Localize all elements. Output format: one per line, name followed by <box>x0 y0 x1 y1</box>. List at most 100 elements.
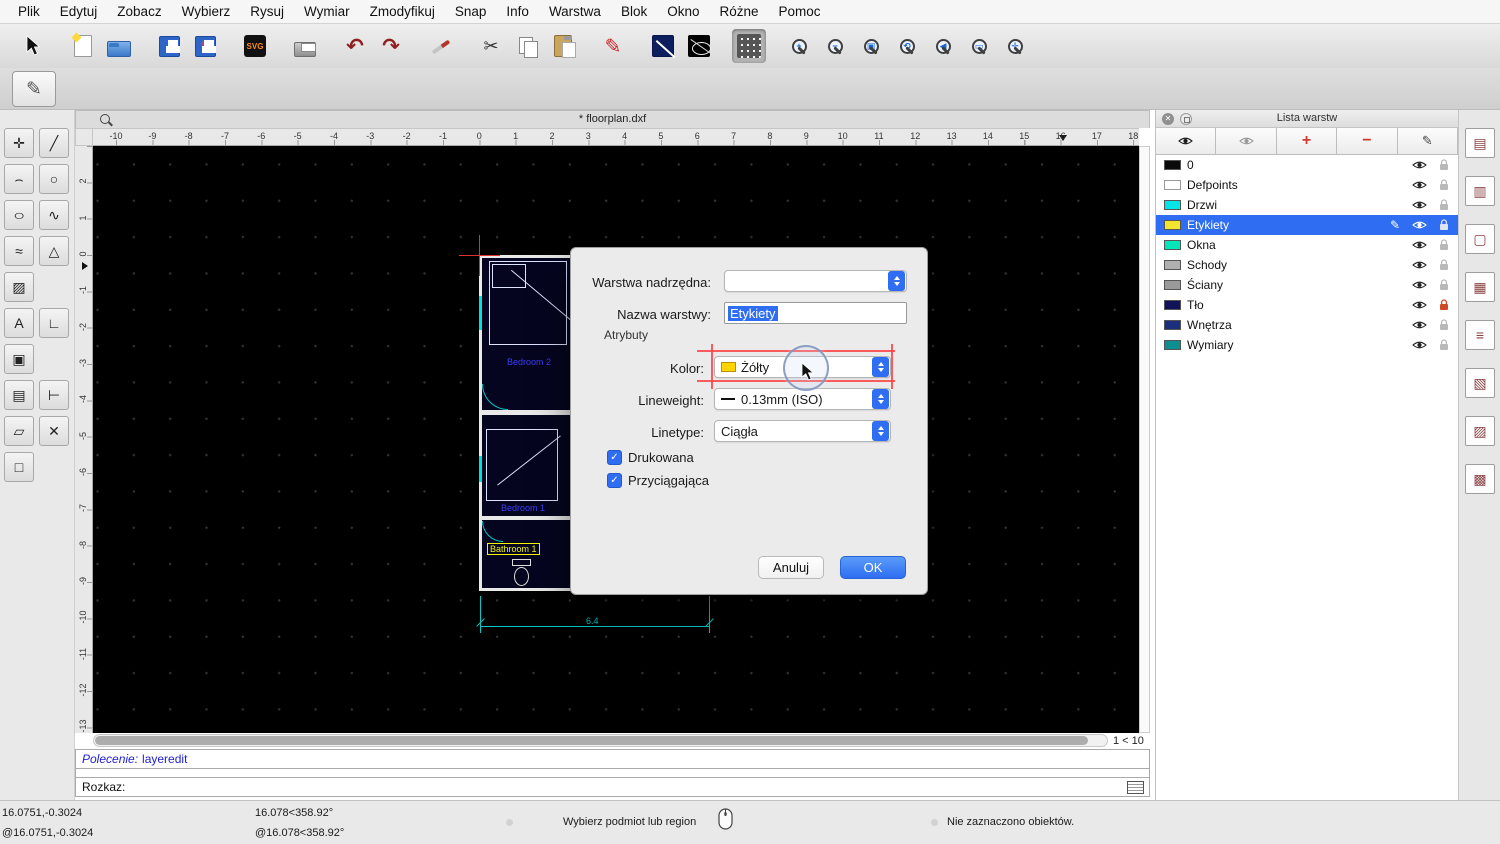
command-line-toggle[interactable]: ≡ <box>1465 320 1495 350</box>
arc-tool[interactable]: ⌢ <box>4 164 34 194</box>
layer-row-0[interactable]: 0 <box>1156 155 1458 175</box>
layer-lock-toggle[interactable] <box>1436 199 1452 211</box>
svg-export-button[interactable]: SVG <box>238 29 272 63</box>
measure-tool[interactable]: ⊢ <box>39 380 69 410</box>
menu-item-okno[interactable]: Okno <box>657 0 709 24</box>
snap-checkbox[interactable]: ✓ <box>607 473 622 488</box>
print-preview-button[interactable] <box>288 29 322 63</box>
layer-visibility-toggle[interactable] <box>1408 300 1430 310</box>
menu-item-info[interactable]: Info <box>496 0 539 24</box>
layer-lock-toggle[interactable] <box>1436 319 1452 331</box>
layer-row-okna[interactable]: Okna <box>1156 235 1458 255</box>
parent-layer-select[interactable] <box>724 270 907 292</box>
layer-visibility-toggle[interactable] <box>1408 280 1430 290</box>
layer-row-defpoints[interactable]: Defpoints <box>1156 175 1458 195</box>
pattern-tool[interactable]: ▤ <box>4 380 34 410</box>
zoom-back-button[interactable]: ◀ <box>926 29 960 63</box>
menu-item-pomoc[interactable]: Pomoc <box>769 0 831 24</box>
print-checkbox[interactable]: ✓ <box>607 450 622 465</box>
layer-visibility-toggle[interactable] <box>1408 220 1430 230</box>
show-all-layers-button[interactable] <box>1156 128 1216 154</box>
line-attributes-button[interactable] <box>646 29 680 63</box>
points-tool[interactable]: ✛ <box>4 128 34 158</box>
layer-lock-toggle[interactable] <box>1436 159 1452 171</box>
menu-item-warstwa[interactable]: Warstwa <box>539 0 611 24</box>
zoom-pan-button[interactable]: ✛ <box>998 29 1032 63</box>
layer-visibility-toggle[interactable] <box>1408 340 1430 350</box>
layer-lock-toggle[interactable] <box>1436 179 1452 191</box>
grid-toggle-button[interactable] <box>732 29 766 63</box>
layer-visibility-toggle[interactable] <box>1408 200 1430 210</box>
layer-row-tło[interactable]: Tło <box>1156 295 1458 315</box>
copy-button[interactable] <box>510 29 544 63</box>
menu-item-snap[interactable]: Snap <box>445 0 497 24</box>
menu-item-blok[interactable]: Blok <box>611 0 657 24</box>
close-panel-button[interactable]: ✕ <box>1162 113 1174 125</box>
shape-tool[interactable]: ▱ <box>4 416 34 446</box>
layer-lock-toggle[interactable] <box>1436 279 1452 291</box>
detach-panel-button[interactable] <box>1180 113 1192 125</box>
open-file-button[interactable] <box>102 29 136 63</box>
new-file-button[interactable] <box>66 29 100 63</box>
layer-lock-toggle[interactable] <box>1436 219 1452 231</box>
select-arrow-button[interactable] <box>16 29 50 63</box>
zoom-previous-button[interactable]: ⟲ <box>890 29 924 63</box>
layer-row-schody[interactable]: Schody <box>1156 255 1458 275</box>
delete-tool[interactable]: ✕ <box>39 416 69 446</box>
command-input-row[interactable]: Rozkaz: <box>75 777 1150 797</box>
keyboard-icon[interactable] <box>1127 781 1144 794</box>
line-tool[interactable]: ╱ <box>39 128 69 158</box>
save-file-button[interactable] <box>152 29 186 63</box>
layer-row-wnętrza[interactable]: Wnętrza <box>1156 315 1458 335</box>
menu-item-rysuj[interactable]: Rysuj <box>240 0 294 24</box>
redo-button[interactable]: ↷ <box>374 29 408 63</box>
layer-row-ściany[interactable]: Ściany <box>1156 275 1458 295</box>
menu-item-zobacz[interactable]: Zobacz <box>107 0 171 24</box>
menu-item-edytuj[interactable]: Edytuj <box>50 0 108 24</box>
freehand-tool[interactable]: ≈ <box>4 236 34 266</box>
zoom-window-button[interactable]: ▭ <box>962 29 996 63</box>
text-tool[interactable]: A <box>4 308 34 338</box>
block-list-toggle[interactable]: ▢ <box>1465 224 1495 254</box>
remove-tool-button[interactable] <box>424 29 458 63</box>
ellipse-attributes-button[interactable] <box>682 29 716 63</box>
property-editor-toggle[interactable]: ▤ <box>1465 128 1495 158</box>
add-layer-button[interactable]: + <box>1277 128 1337 154</box>
current-tool-button[interactable]: ✎ <box>12 71 56 107</box>
box-tool[interactable]: □ <box>4 452 34 482</box>
view-list-toggle[interactable]: ▦ <box>1465 272 1495 302</box>
cut-button[interactable]: ✂ <box>474 29 508 63</box>
layer-visibility-toggle[interactable] <box>1408 260 1430 270</box>
lineweight-select[interactable]: 0.13mm (ISO) <box>714 388 891 410</box>
layer-lock-toggle[interactable] <box>1436 239 1452 251</box>
layer-row-wymiary[interactable]: Wymiary <box>1156 335 1458 355</box>
layer-lock-toggle[interactable] <box>1436 299 1452 311</box>
layer-visibility-toggle[interactable] <box>1408 180 1430 190</box>
layer-row-drzwi[interactable]: Drzwi <box>1156 195 1458 215</box>
menu-item-wybierz[interactable]: Wybierz <box>172 0 241 24</box>
polyline-tool[interactable]: △ <box>39 236 69 266</box>
selection-filter-toggle[interactable]: ▨ <box>1465 416 1495 446</box>
modify-layer-button[interactable]: ✎ <box>1398 128 1458 154</box>
layer-visibility-toggle[interactable] <box>1408 240 1430 250</box>
scrollbar-thumb[interactable] <box>95 736 1088 745</box>
horizontal-scrollbar[interactable] <box>93 734 1108 747</box>
menu-item-plik[interactable]: Plik <box>8 0 50 24</box>
library-browser-toggle[interactable]: ▧ <box>1465 368 1495 398</box>
ellipse-tool[interactable]: ○ <box>4 200 34 230</box>
vertical-scrollbar-track[interactable] <box>1139 146 1150 733</box>
linetype-select[interactable]: Ciągła <box>714 420 891 442</box>
layer-lock-toggle[interactable] <box>1436 339 1452 351</box>
pen-edit-button[interactable]: ✎ <box>596 29 630 63</box>
layer-name-input[interactable]: Etykiety <box>724 302 907 324</box>
save-as-button[interactable]: ✎ <box>188 29 222 63</box>
hide-all-layers-button[interactable] <box>1216 128 1276 154</box>
cancel-button[interactable]: Anuluj <box>758 556 824 579</box>
layer-row-etykiety[interactable]: Etykiety✎ <box>1156 215 1458 235</box>
ok-button[interactable]: OK <box>840 556 906 579</box>
layer-list-toggle[interactable]: ▥ <box>1465 176 1495 206</box>
remove-layer-button[interactable]: − <box>1337 128 1397 154</box>
circle-tool[interactable]: ○ <box>39 164 69 194</box>
zoom-in-button[interactable]: + <box>782 29 816 63</box>
undo-button[interactable]: ↶ <box>338 29 372 63</box>
